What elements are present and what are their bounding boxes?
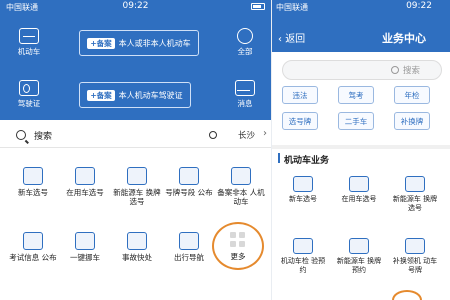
grid-register-other-vehicle[interactable]: 备案非本 人机动车 <box>214 167 268 206</box>
search-icon <box>391 66 399 74</box>
document-icon <box>293 176 313 192</box>
steering-wheel-icon <box>179 232 199 250</box>
back-label: 返回 <box>285 34 306 45</box>
ev-plate-icon <box>349 238 369 254</box>
grid-label: 一键挪车 <box>70 253 100 262</box>
grid-more[interactable]: 更多 <box>211 252 265 261</box>
monitor-icon <box>23 232 43 250</box>
vehicle-shortcut-label: 机动车 <box>17 47 41 56</box>
plate-list-icon <box>179 167 199 185</box>
inspection-icon <box>293 238 313 254</box>
document-icon <box>23 167 43 185</box>
city-selector[interactable]: 长沙 <box>238 129 255 141</box>
service-label: 新车选号 <box>289 195 317 203</box>
grid-label: 事故快处 <box>122 253 152 262</box>
grid-label: 更多 <box>230 252 246 261</box>
register-vehicle-button[interactable]: +备案 本人或非本人机动车 <box>79 30 199 56</box>
service-replace-plate[interactable]: 补换领机 动车号牌 <box>390 238 440 274</box>
grid-label: 备案非本 人机动车 <box>217 188 265 206</box>
location-icon <box>209 131 217 139</box>
service-header: 中国联通 09:22 ‹ 返回 业务中心 <box>272 0 450 52</box>
left-screen: 中国联通 09:22 机动车 全部 驾驶证 消息 +备案 本人或非本人机动车 +… <box>0 0 271 300</box>
service-new-car-plate[interactable]: 新车选号 <box>278 176 328 204</box>
search-placeholder: 搜索 <box>403 66 421 76</box>
grid-label: 在用车选号 <box>66 188 104 197</box>
search-icon <box>16 130 26 140</box>
mail-icon <box>235 80 255 96</box>
service-label: 补换领机 动车号牌 <box>392 257 438 274</box>
more-grid-icon <box>230 232 246 248</box>
register-tag: +备案 <box>87 37 115 49</box>
service-label: 新能源车 换牌预约 <box>336 257 382 274</box>
license-shortcut-label: 驾驶证 <box>17 99 41 108</box>
home-header: 中国联通 09:22 机动车 全部 驾驶证 消息 +备案 本人或非本人机动车 +… <box>0 0 271 120</box>
grid-label: 出行导航 <box>174 253 204 262</box>
search-bar[interactable]: 搜索 长沙 › <box>0 124 271 148</box>
accident-icon <box>127 232 147 250</box>
register-vehicle-label: 本人或非本人机动车 <box>118 38 191 48</box>
ev-car-icon <box>127 167 147 185</box>
back-button[interactable]: ‹ 返回 <box>278 30 305 45</box>
ev-car-icon <box>405 176 425 192</box>
battery-icon <box>251 3 265 10</box>
register-license-label: 本人机动车驾驶证 <box>118 90 183 100</box>
service-label: 机动车检 验预约 <box>280 257 326 274</box>
vehicle-shortcut[interactable]: 机动车 <box>14 28 44 57</box>
grid-ev-plate[interactable]: 新能源车 换牌选号 <box>110 167 164 206</box>
chip-replace-plate[interactable]: 补换牌 <box>394 112 430 130</box>
section-divider <box>272 145 450 149</box>
chevron-right-icon: › <box>263 128 267 139</box>
clock: 09:22 <box>406 1 432 11</box>
section-title: 机动车业务 <box>284 156 330 166</box>
car-icon <box>349 176 369 192</box>
chip-plate-select[interactable]: 选号牌 <box>282 112 318 130</box>
highlight-circle <box>392 290 422 300</box>
service-label: 在用车选号 <box>341 195 377 203</box>
carrier-label: 中国联通 <box>276 3 308 12</box>
message-shortcut[interactable]: 消息 <box>230 80 260 109</box>
section-accent <box>278 153 280 163</box>
register-license-button[interactable]: +备案 本人机动车驾驶证 <box>79 82 191 108</box>
grid-navigation[interactable]: 出行导航 <box>162 232 216 262</box>
phone-car-icon <box>75 232 95 250</box>
grid-label: 号牌号段 公布 <box>165 188 213 197</box>
user-icon <box>237 28 253 44</box>
grid-label: 新能源车 换牌选号 <box>113 188 161 206</box>
grid-plate-range[interactable]: 号牌号段 公布 <box>162 167 216 197</box>
service-inspection-booking[interactable]: 机动车检 验预约 <box>278 238 328 274</box>
grid-label: 新车选号 <box>18 188 48 197</box>
plate-icon <box>405 238 425 254</box>
all-shortcut[interactable]: 全部 <box>230 28 260 57</box>
register-icon <box>231 167 251 185</box>
right-screen: 中国联通 09:22 ‹ 返回 业务中心 搜索 违法 驾考 年检 选号牌 二手车… <box>272 0 450 300</box>
grid-accident[interactable]: 事故快处 <box>110 232 164 262</box>
grid-label: 考试信息 公布 <box>9 253 57 262</box>
search-input[interactable]: 搜索 <box>282 60 442 80</box>
service-used-car-plate[interactable]: 在用车选号 <box>334 176 384 204</box>
register-tag: +备案 <box>87 89 115 101</box>
grid-used-car-plate[interactable]: 在用车选号 <box>58 167 112 197</box>
chip-driving-test[interactable]: 驾考 <box>338 86 374 104</box>
service-ev-plate[interactable]: 新能源车 换牌选号 <box>390 176 440 212</box>
grid-move-car[interactable]: 一键挪车 <box>58 232 112 262</box>
service-label: 新能源车 换牌选号 <box>392 195 438 212</box>
grid-new-car-plate[interactable]: 新车选号 <box>6 167 60 197</box>
status-bar: 中国联通 09:22 <box>272 0 450 14</box>
chip-violation[interactable]: 违法 <box>282 86 318 104</box>
car-icon <box>75 167 95 185</box>
license-shortcut[interactable]: 驾驶证 <box>14 80 44 109</box>
page-title: 业务中心 <box>382 32 426 45</box>
chip-annual-inspection[interactable]: 年检 <box>394 86 430 104</box>
message-shortcut-label: 消息 <box>237 99 253 108</box>
license-card-icon <box>19 80 39 96</box>
car-icon <box>19 28 39 44</box>
chip-used-car[interactable]: 二手车 <box>338 112 374 130</box>
search-label: 搜索 <box>34 132 53 142</box>
clock: 09:22 <box>122 1 149 11</box>
service-ev-booking[interactable]: 新能源车 换牌预约 <box>334 238 384 274</box>
status-bar: 中国联通 09:22 <box>0 0 271 14</box>
all-shortcut-label: 全部 <box>237 47 253 56</box>
grid-exam-info[interactable]: 考试信息 公布 <box>6 232 60 262</box>
